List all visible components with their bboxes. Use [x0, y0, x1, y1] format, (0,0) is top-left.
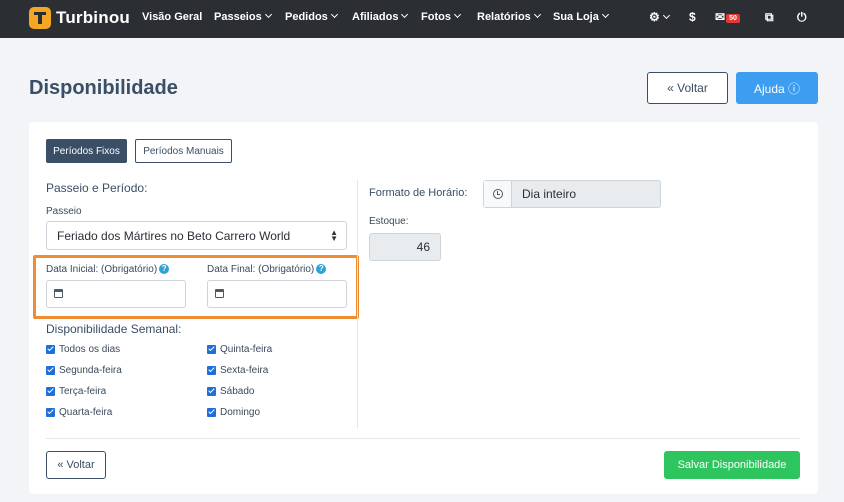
mail-badge: 50	[726, 14, 740, 23]
nav-item-visao-geral[interactable]: Visão Geral	[142, 11, 202, 23]
formato-horario-label: Formato de Horário:	[369, 187, 468, 199]
voltar-button-bottom[interactable]: « Voltar	[46, 451, 106, 479]
checkbox-sexta-feira[interactable]: Sexta-feira	[207, 365, 268, 376]
salvar-disponibilidade-button[interactable]: Salvar Disponibilidade	[664, 451, 800, 479]
checkbox-domingo[interactable]: Domingo	[207, 407, 260, 418]
brand-name: Turbinou	[56, 8, 130, 27]
ajuda-button[interactable]: Ajuda ⓘ	[736, 72, 818, 104]
nav-item-afiliados[interactable]: Afiliados	[352, 11, 407, 23]
checkbox-checked-icon[interactable]	[207, 345, 216, 354]
checkbox-todos-os-dias[interactable]: Todos os dias	[46, 344, 120, 355]
checkbox-checked-icon[interactable]	[46, 408, 55, 417]
select-arrows-icon: ▲ ▼	[330, 228, 338, 243]
tab-periodos-manuais[interactable]: Períodos Manuais	[135, 139, 232, 163]
formato-horario-value: Dia inteiro	[522, 187, 577, 201]
power-icon[interactable]: ⏻	[797, 10, 807, 25]
nav-item-sua-loja[interactable]: Sua Loja	[553, 11, 608, 23]
nav-item-fotos[interactable]: Fotos	[421, 11, 460, 23]
checkbox-checked-icon[interactable]	[46, 387, 55, 396]
settings-gear-icon[interactable]: ⚙	[649, 10, 669, 24]
disponibilidade-semanal-title: Disponibilidade Semanal:	[46, 322, 182, 336]
footer-divider	[46, 438, 800, 439]
tab-periodos-fixos[interactable]: Períodos Fixos	[46, 139, 127, 163]
estoque-label: Estoque:	[369, 216, 409, 227]
clock-addon	[484, 181, 512, 207]
date-fields-highlight	[33, 255, 359, 319]
checkbox-checked-icon[interactable]	[207, 387, 216, 396]
checkbox-checked-icon[interactable]	[207, 366, 216, 375]
top-navbar: Turbinou Visão Geral Passeios Pedidos Af…	[0, 0, 844, 38]
checkbox-checked-icon[interactable]	[207, 408, 216, 417]
external-link-icon[interactable]: ⧉	[765, 10, 774, 25]
column-divider	[357, 180, 358, 428]
nav-item-passeios[interactable]: Passeios	[214, 11, 271, 23]
mail-icon[interactable]: ✉ 50	[715, 10, 740, 24]
section-title-passeio-periodo: Passeio e Período:	[46, 181, 148, 195]
checkbox-checked-icon[interactable]	[46, 345, 55, 354]
nav-item-pedidos[interactable]: Pedidos	[285, 11, 337, 23]
checkbox-sabado[interactable]: Sábado	[207, 386, 254, 397]
estoque-input[interactable]: 46	[369, 233, 441, 261]
checkbox-segunda-feira[interactable]: Segunda-feira	[46, 365, 122, 376]
checkbox-quinta-feira[interactable]: Quinta-feira	[207, 344, 272, 355]
checkbox-terca-feira[interactable]: Terça-feira	[46, 386, 106, 397]
page-title: Disponibilidade	[29, 77, 178, 99]
checkbox-quarta-feira[interactable]: Quarta-feira	[46, 407, 112, 418]
checkbox-checked-icon[interactable]	[46, 366, 55, 375]
voltar-button-top[interactable]: « Voltar	[647, 72, 728, 104]
brand[interactable]: Turbinou	[29, 7, 130, 29]
finance-dollar-icon[interactable]: $	[689, 10, 696, 24]
passeio-select[interactable]: Feriado dos Mártires no Beto Carrero Wor…	[46, 221, 347, 250]
passeio-label: Passeio	[46, 206, 82, 217]
clock-icon	[492, 189, 503, 199]
turbinou-logo-icon	[29, 7, 51, 29]
formato-horario-field[interactable]: Dia inteiro	[483, 180, 661, 208]
passeio-select-value: Feriado dos Mártires no Beto Carrero Wor…	[57, 228, 291, 243]
nav-item-relatorios[interactable]: Relatórios	[477, 11, 540, 23]
